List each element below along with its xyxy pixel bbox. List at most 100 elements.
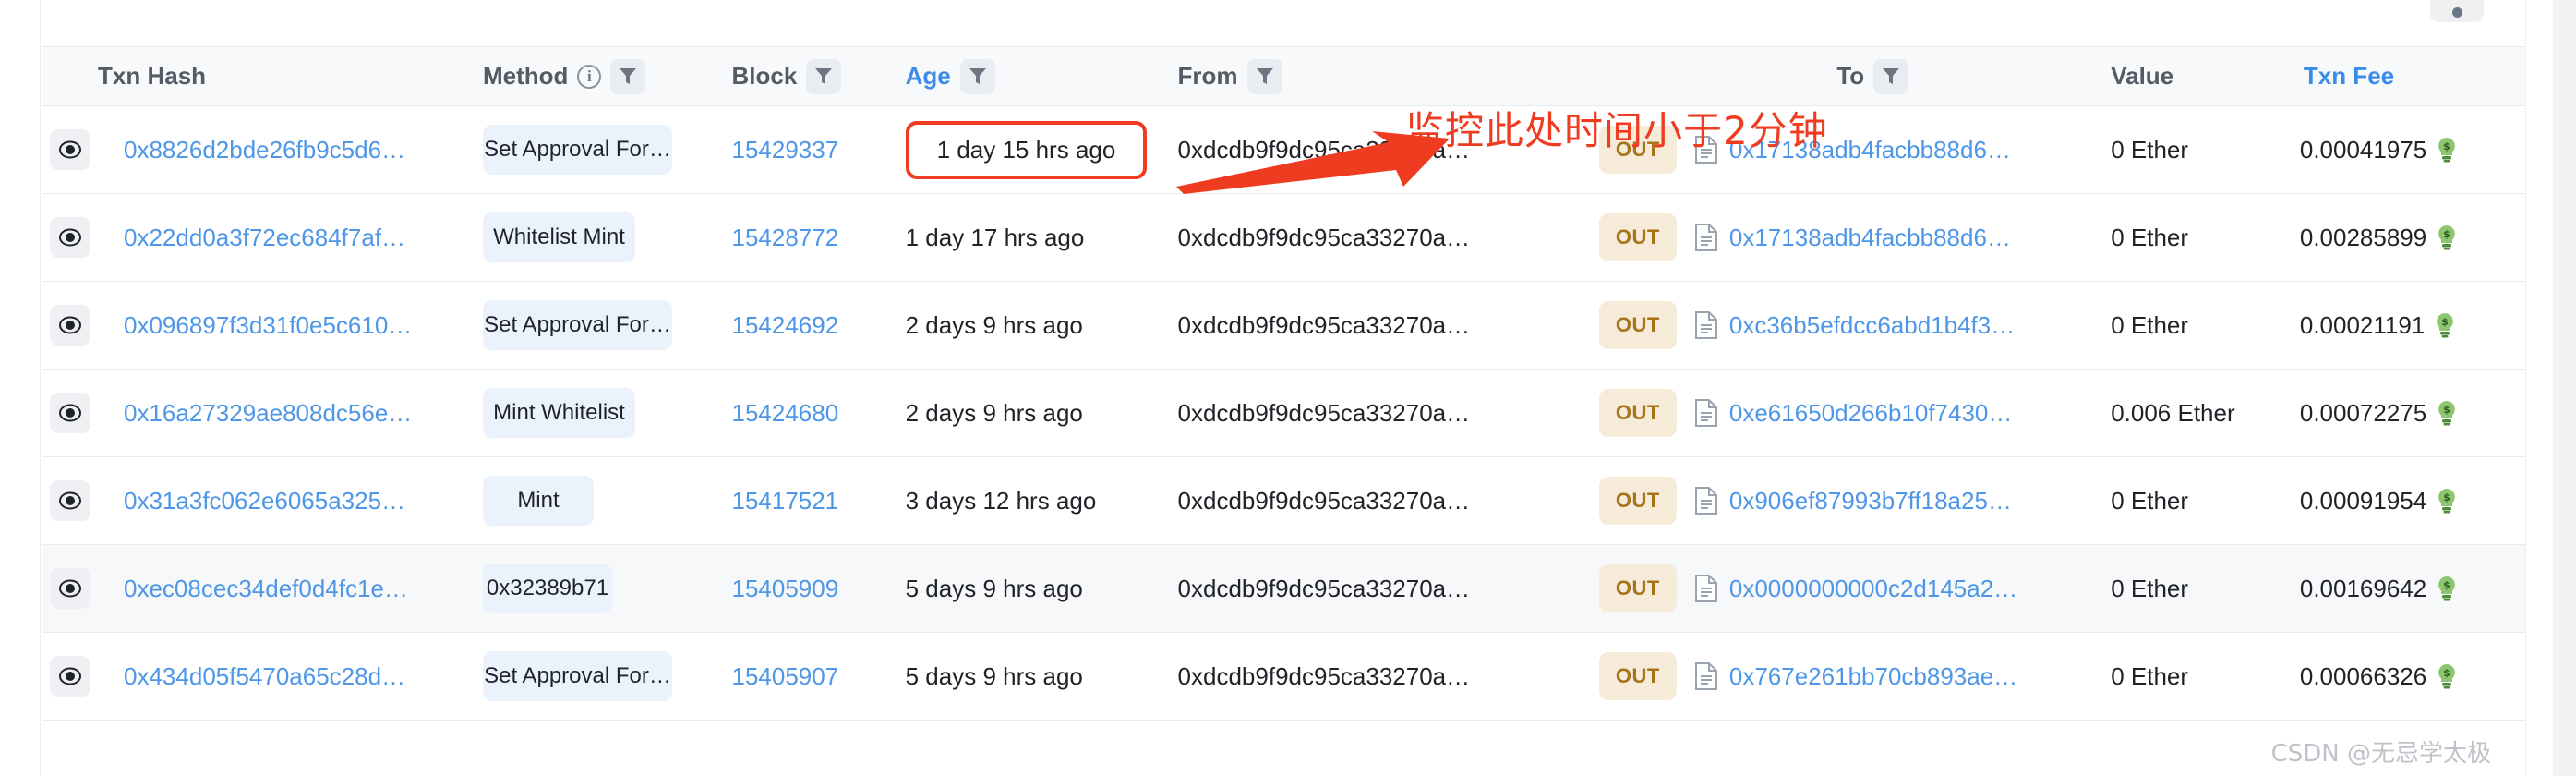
cell-age: 5 days 9 hrs ago (905, 574, 1083, 602)
outer-scroll-strip[interactable] (2553, 0, 2576, 776)
cell-eye (42, 281, 99, 370)
cell-value: 0 Ether (2098, 632, 2300, 721)
table-row: 0xec08cec34def0d4fc1e… 0x32389b71 15405909… (42, 544, 2525, 633)
cell-to: 0x906ef87993b7ff18a25… (1693, 456, 2099, 545)
preview-button[interactable] (49, 305, 90, 346)
top-right-control-button[interactable] (2430, 0, 2484, 22)
txn-hash-link[interactable]: 0x22dd0a3f72ec684f7af… (124, 224, 405, 251)
cell-direction: OUT (1581, 632, 1694, 721)
from-address[interactable]: 0xdcdb9f9dc95ca33270a… (1178, 224, 1471, 251)
cell-direction: OUT (1581, 281, 1694, 370)
from-address[interactable]: 0xdcdb9f9dc95ca33270a… (1178, 487, 1471, 515)
cell-to: 0x0000000000c2d145a2… (1693, 544, 2099, 633)
method-badge[interactable]: Set Approval For… (482, 651, 672, 701)
header-txn-fee[interactable]: Txn Fee (2299, 46, 2525, 106)
to-address-link[interactable]: 0x906ef87993b7ff18a25… (1729, 487, 2012, 515)
table-row: 0x096897f3d31f0e5c610… Set Approval For… 1… (42, 281, 2525, 370)
block-link[interactable]: 15405909 (731, 575, 838, 602)
header-txn-fee-label[interactable]: Txn Fee (2304, 62, 2394, 91)
cell-eye (42, 193, 99, 282)
filter-method-button[interactable] (610, 58, 646, 94)
header-age[interactable]: Age (905, 46, 1178, 106)
method-badge[interactable]: Whitelist Mint (482, 212, 635, 262)
cell-direction: OUT (1581, 193, 1694, 282)
to-address-link[interactable]: 0xe61650d266b10f7430… (1729, 399, 2013, 428)
cell-age-wrapper: 5 days 9 hrs ago (905, 632, 1178, 721)
watermark: CSDN @无忌学太极 (2270, 740, 2491, 768)
cell-from: 0xdcdb9f9dc95ca33270a… (1177, 544, 1582, 633)
cell-age: 5 days 9 hrs ago (905, 661, 1083, 690)
txn-hash-link[interactable]: 0x8826d2bde26fb9c5d6… (124, 136, 405, 164)
cell-txn-fee: 0.00285899 $ (2299, 193, 2525, 282)
method-badge[interactable]: Mint Whitelist (482, 388, 635, 438)
cell-txn-fee: 0.00091954 $ (2299, 456, 2525, 545)
block-link[interactable]: 15424680 (731, 399, 838, 427)
preview-button[interactable] (49, 480, 90, 521)
txn-hash-link[interactable]: 0x434d05f5470a65c28d… (124, 662, 405, 690)
filter-from-button[interactable] (1246, 58, 1282, 94)
direction-badge: OUT (1598, 564, 1677, 612)
method-badge[interactable]: Set Approval For… (482, 125, 672, 175)
eye-icon (58, 404, 81, 422)
info-icon[interactable]: i (577, 64, 602, 89)
value-text: 0 Ether (2111, 574, 2189, 602)
block-link[interactable]: 15428772 (731, 224, 838, 251)
cell-from: 0xdcdb9f9dc95ca33270a… (1177, 281, 1582, 370)
svg-text:$: $ (2441, 316, 2449, 328)
to-address-link[interactable]: 0x767e261bb70cb893ae… (1729, 662, 2017, 691)
gas-bulb-icon: $ (2438, 576, 2456, 601)
eye-icon (58, 491, 81, 510)
preview-button[interactable] (49, 568, 90, 609)
preview-button[interactable] (49, 656, 90, 697)
to-address-link[interactable]: 0x17138adb4facbb88d6… (1729, 224, 2011, 252)
block-link[interactable]: 15417521 (731, 487, 838, 515)
cell-from: 0xdcdb9f9dc95ca33270a… (1177, 193, 1582, 282)
header-block-label: Block (731, 62, 798, 90)
filter-block-button[interactable] (806, 58, 842, 94)
filter-age-button[interactable] (959, 58, 995, 94)
to-address-link[interactable]: 0xc36b5efdcc6abd1b4f3… (1729, 311, 2015, 340)
page-root: Txn Hash Method i Block Age From To Valu… (0, 0, 2576, 776)
method-badge[interactable]: Mint (482, 476, 594, 526)
method-badge[interactable]: Set Approval For… (482, 300, 672, 350)
direction-badge: OUT (1598, 477, 1677, 525)
filter-icon (969, 67, 986, 84)
table-head: Txn Hash Method i Block Age From To Valu… (42, 46, 2525, 106)
header-direction (1581, 46, 1694, 106)
from-address[interactable]: 0xdcdb9f9dc95ca33270a… (1178, 575, 1471, 602)
preview-button[interactable] (49, 393, 90, 433)
cell-method: 0x32389b71 (482, 544, 732, 633)
cell-age-wrapper: 2 days 9 hrs ago (905, 369, 1178, 457)
value-text: 0 Ether (2111, 310, 2189, 339)
block-link[interactable]: 15429337 (731, 136, 838, 164)
table-body: 0x8826d2bde26fb9c5d6… Set Approval For… 15… (42, 105, 2525, 721)
eye-icon (58, 667, 81, 685)
cell-txn-hash: 0x22dd0a3f72ec684f7af… (98, 193, 483, 282)
txn-hash-link[interactable]: 0x096897f3d31f0e5c610… (124, 311, 412, 339)
eye-icon (58, 228, 81, 247)
cell-txn-fee: 0.00041975 $ (2299, 105, 2525, 194)
txn-fee-text: 0.00072275 (2299, 398, 2427, 427)
cell-age: 1 day 17 hrs ago (905, 223, 1085, 251)
txn-hash-link[interactable]: 0x16a27329ae808dc56e… (124, 399, 412, 427)
preview-button[interactable] (49, 217, 90, 258)
cell-method: Set Approval For… (482, 632, 732, 721)
value-text: 0 Ether (2111, 661, 2189, 690)
table-row: 0x16a27329ae808dc56e… Mint Whitelist 15424… (42, 369, 2525, 457)
from-address[interactable]: 0xdcdb9f9dc95ca33270a… (1178, 399, 1471, 427)
to-address-link[interactable]: 0x0000000000c2d145a2… (1729, 575, 2017, 603)
cell-eye (42, 632, 99, 721)
txn-fee-text: 0.00169642 (2299, 574, 2427, 602)
cell-from: 0xdcdb9f9dc95ca33270a… (1177, 456, 1582, 545)
method-badge[interactable]: 0x32389b71 (482, 564, 612, 613)
txn-hash-link[interactable]: 0x31a3fc062e6065a325… (124, 487, 405, 515)
preview-button[interactable] (49, 129, 90, 170)
txn-hash-link[interactable]: 0xec08cec34def0d4fc1e… (124, 575, 408, 602)
filter-to-button[interactable] (1873, 58, 1909, 94)
from-address[interactable]: 0xdcdb9f9dc95ca33270a… (1178, 662, 1471, 690)
block-link[interactable]: 15405907 (731, 662, 838, 690)
cell-from: 0xdcdb9f9dc95ca33270a… (1177, 369, 1582, 457)
from-address[interactable]: 0xdcdb9f9dc95ca33270a… (1178, 311, 1471, 339)
block-link[interactable]: 15424692 (731, 311, 838, 339)
header-age-label[interactable]: Age (906, 62, 951, 91)
